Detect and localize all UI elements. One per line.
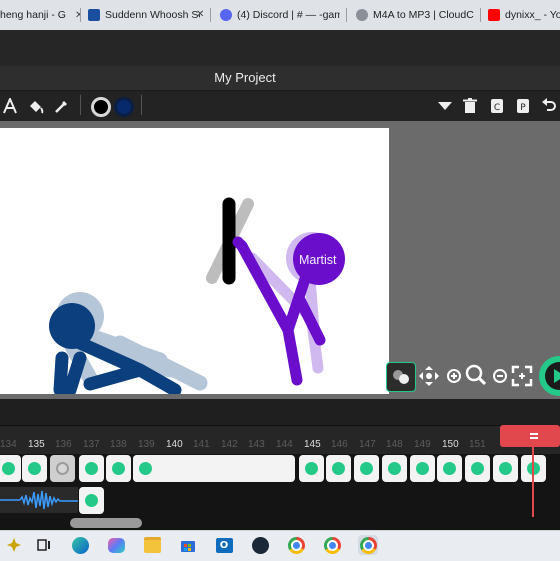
browser-tab-3[interactable]: (4) Discord | # — -gam bbox=[220, 4, 340, 26]
ruler-frame-number: 149 bbox=[414, 439, 431, 450]
dropdown-icon[interactable] bbox=[435, 96, 455, 116]
widgets-icon[interactable] bbox=[4, 535, 24, 555]
playhead-line bbox=[532, 447, 534, 517]
empty-keyframe[interactable] bbox=[50, 455, 75, 482]
ruler-frame-number: 143 bbox=[248, 439, 265, 450]
keyframe[interactable] bbox=[299, 455, 324, 482]
keyframe[interactable] bbox=[106, 455, 131, 482]
timeline-scrollbar[interactable] bbox=[70, 518, 142, 528]
tab-title: (4) Discord | # — -gam bbox=[237, 9, 340, 21]
microsoft-store-icon[interactable] bbox=[178, 535, 198, 555]
app-header bbox=[0, 30, 560, 66]
svg-text:P: P bbox=[520, 103, 526, 113]
youtube-icon bbox=[488, 9, 500, 21]
toolbar-divider bbox=[80, 95, 81, 115]
keyframe[interactable] bbox=[465, 455, 490, 482]
ruler-frame-number: 136 bbox=[55, 439, 72, 450]
ruler-frame-number: 140 bbox=[166, 439, 183, 450]
tab-title: M4A to MP3 | CloudC bbox=[373, 9, 474, 21]
chrome-active-icon[interactable] bbox=[358, 535, 378, 555]
close-icon[interactable]: ✕ bbox=[196, 9, 204, 20]
zoom-in-icon[interactable] bbox=[442, 364, 466, 388]
ruler-frame-number: 141 bbox=[193, 439, 210, 450]
black-color-swatch[interactable] bbox=[91, 97, 111, 117]
ruler-frame-number: 139 bbox=[138, 439, 155, 450]
copilot-icon[interactable] bbox=[106, 535, 126, 555]
play-icon bbox=[545, 362, 560, 390]
ruler-frame-number: 135 bbox=[28, 439, 45, 450]
edge-browser-icon[interactable] bbox=[70, 535, 90, 555]
playhead-marker-icon bbox=[528, 428, 540, 440]
chrome-profile-icon[interactable] bbox=[322, 535, 342, 555]
keyframe[interactable] bbox=[22, 455, 47, 482]
svg-text:C: C bbox=[494, 103, 500, 113]
zoom-out-icon[interactable] bbox=[488, 364, 512, 388]
ruler-frame-number: 142 bbox=[221, 439, 238, 450]
browser-tab-1[interactable]: heng hanji - G ✕ bbox=[0, 4, 80, 26]
tab-separator bbox=[210, 8, 211, 22]
task-view-icon[interactable] bbox=[34, 535, 54, 555]
cloudconvert-icon bbox=[356, 9, 368, 21]
ruler-frame-number: 144 bbox=[276, 439, 293, 450]
keyframe[interactable] bbox=[410, 455, 435, 482]
audio-keyframe[interactable] bbox=[79, 487, 104, 514]
document-icon bbox=[88, 9, 100, 21]
keyframe[interactable] bbox=[354, 455, 379, 482]
ruler-frame-number: 145 bbox=[304, 439, 321, 450]
ruler-frame-number: 134 bbox=[0, 439, 17, 450]
outlook-icon[interactable]: O bbox=[214, 535, 234, 555]
steam-icon[interactable] bbox=[250, 535, 270, 555]
fill-bucket-icon[interactable] bbox=[26, 96, 46, 116]
ruler-frame-number: 147 bbox=[359, 439, 376, 450]
keyframe[interactable] bbox=[0, 455, 21, 482]
ruler-frame-number: 151 bbox=[469, 439, 486, 450]
keyframe[interactable] bbox=[382, 455, 407, 482]
keyframe[interactable] bbox=[79, 455, 104, 482]
eyedropper-icon[interactable] bbox=[52, 96, 72, 116]
tab-title: Suddenn Whoosh Sou bbox=[105, 9, 200, 21]
tab-title: dynixx_ - YouT bbox=[505, 9, 560, 21]
onion-skin-icon[interactable] bbox=[386, 362, 416, 392]
browser-tab-4[interactable]: M4A to MP3 | CloudC bbox=[356, 4, 476, 26]
browser-tab-2[interactable]: Suddenn Whoosh Sou bbox=[88, 4, 200, 26]
tab-title: heng hanji - G bbox=[0, 9, 66, 21]
timeline-header bbox=[0, 399, 560, 425]
blue-color-swatch[interactable] bbox=[114, 97, 134, 117]
ruler-frame-number: 150 bbox=[442, 439, 459, 450]
browser-tab-5[interactable]: dynixx_ - YouT bbox=[488, 4, 560, 26]
project-title[interactable]: My Project bbox=[0, 70, 490, 85]
ruler-frame-number: 137 bbox=[83, 439, 100, 450]
paste-icon[interactable]: P bbox=[513, 96, 533, 116]
text-tool-icon[interactable] bbox=[0, 96, 20, 116]
keyframe[interactable] bbox=[437, 455, 462, 482]
audio-waveform bbox=[0, 490, 78, 510]
keyframe[interactable] bbox=[133, 455, 158, 482]
keyframe[interactable] bbox=[326, 455, 351, 482]
tab-separator bbox=[346, 8, 347, 22]
trash-icon[interactable] bbox=[460, 96, 480, 116]
keyframe[interactable] bbox=[493, 455, 518, 482]
move-icon[interactable] bbox=[417, 364, 441, 388]
ruler-frame-number: 138 bbox=[110, 439, 127, 450]
character-name-label: Martist bbox=[299, 253, 337, 267]
undo-icon[interactable] bbox=[539, 96, 559, 116]
chrome-icon[interactable] bbox=[286, 535, 306, 555]
ruler-frame-number: 146 bbox=[331, 439, 348, 450]
tab-separator bbox=[480, 8, 481, 22]
file-explorer-icon[interactable] bbox=[142, 535, 162, 555]
toolbar-divider bbox=[141, 95, 142, 115]
copy-icon[interactable]: C bbox=[487, 96, 507, 116]
tab-separator bbox=[80, 8, 81, 22]
discord-icon bbox=[220, 9, 232, 21]
ruler-frame-number: 148 bbox=[386, 439, 403, 450]
fit-screen-icon[interactable] bbox=[510, 364, 534, 388]
zoom-icon[interactable] bbox=[464, 363, 488, 387]
